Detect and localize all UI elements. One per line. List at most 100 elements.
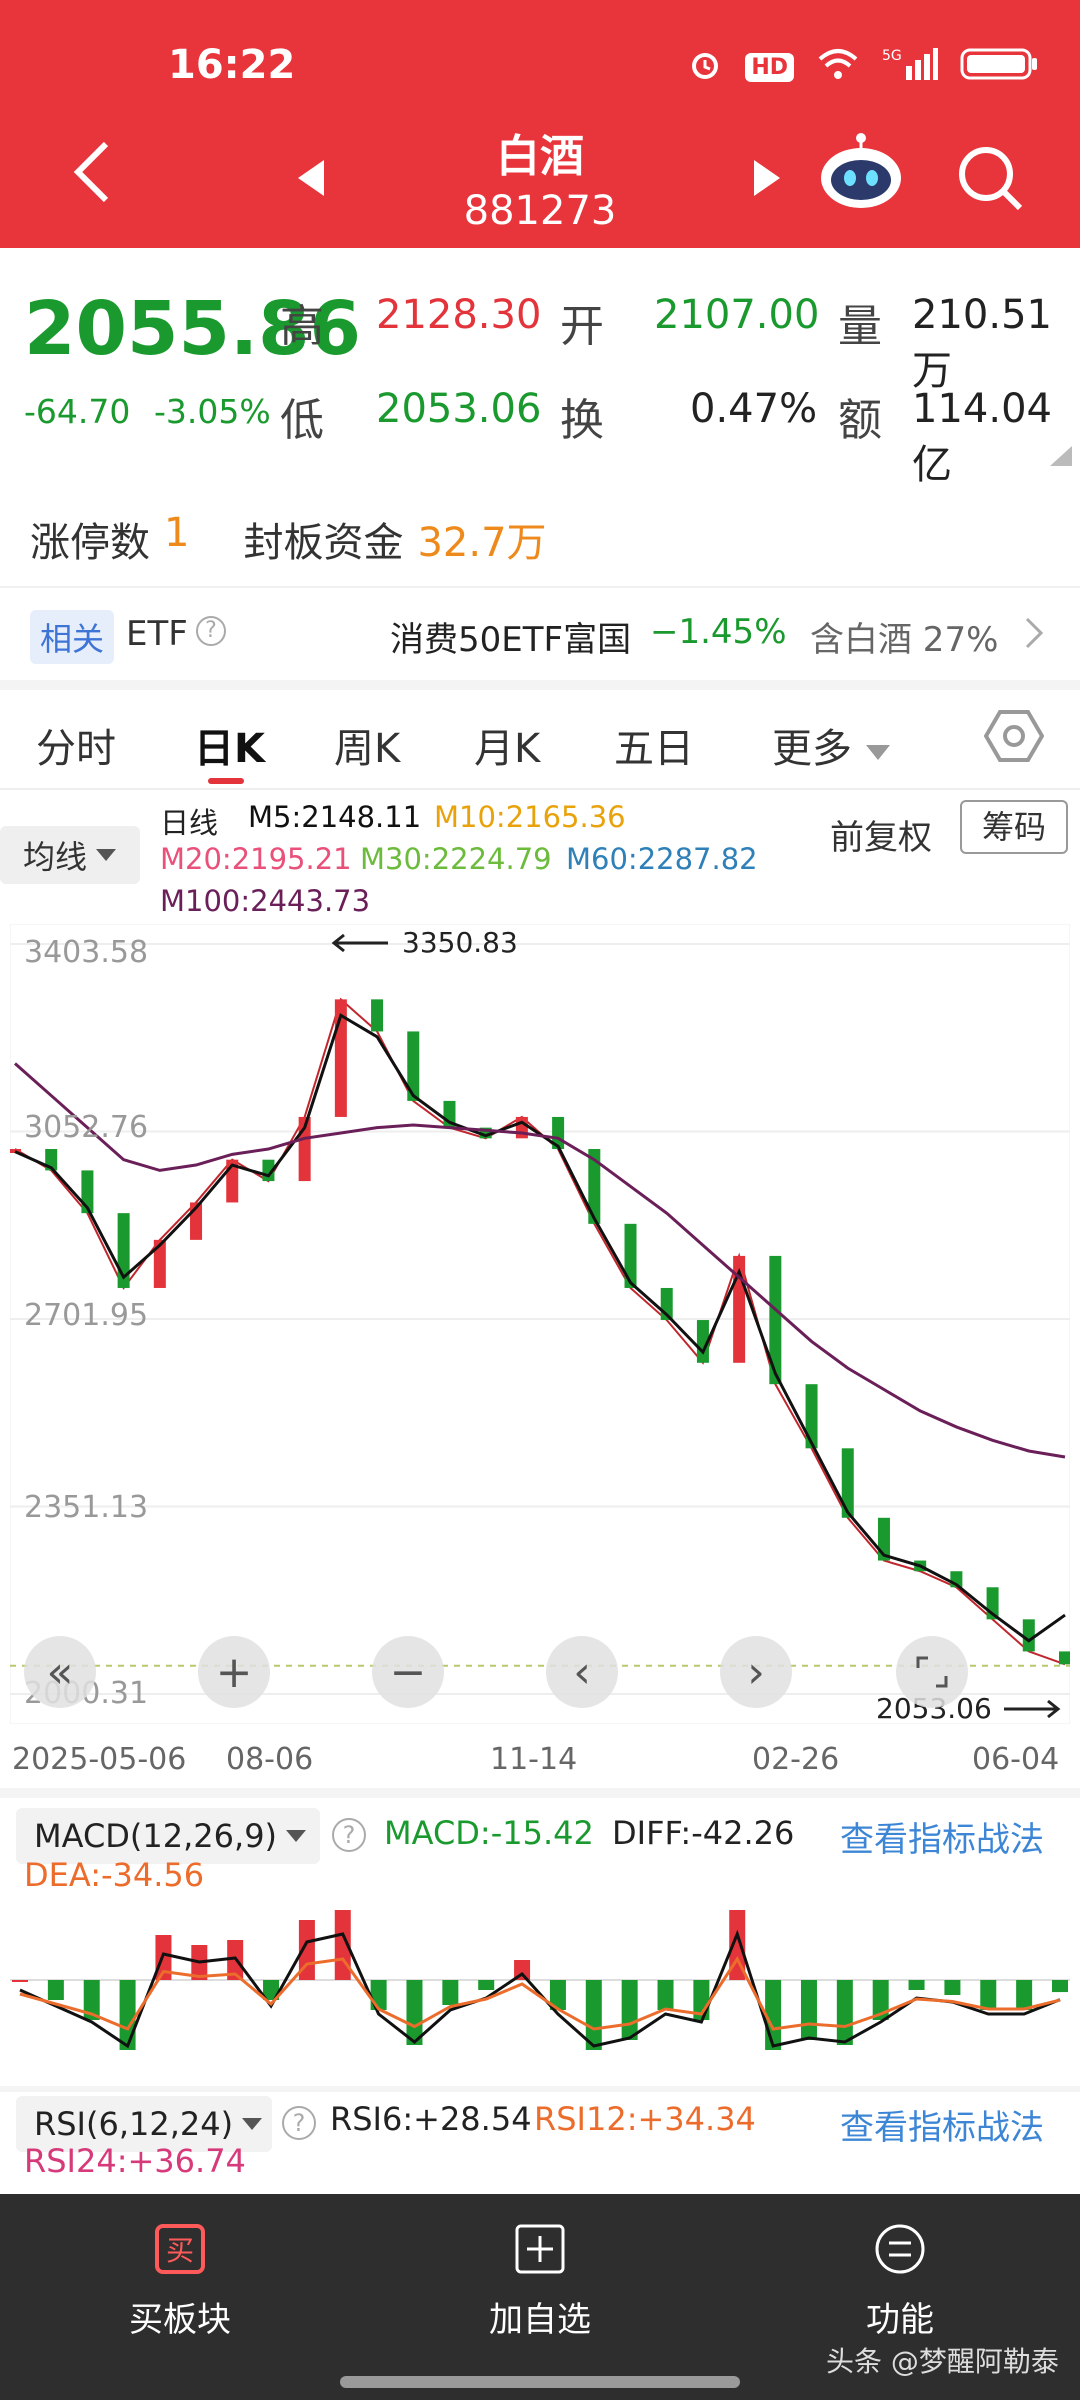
high-label: 高 (280, 301, 324, 352)
ma30-label: M30:2224.79 (360, 842, 552, 876)
adjust-label[interactable]: 前复权 (830, 810, 932, 859)
add-square-icon (515, 2224, 565, 2274)
prev-candle-button[interactable]: ‹ (546, 1636, 618, 1708)
help-icon[interactable]: ? (332, 1818, 366, 1852)
etf-bar[interactable]: 相关 ETF ? 消费50ETF富国 −1.45% 含白酒 27% (0, 590, 1080, 680)
macd-bar (12, 1980, 28, 1982)
expand-corner-icon[interactable] (1050, 446, 1072, 466)
tab-active-indicator (208, 778, 244, 784)
price-change: -64.70 (24, 392, 131, 431)
function-button[interactable]: 功能 (790, 2222, 1010, 2341)
divider (0, 2086, 1080, 2092)
candle (805, 1384, 818, 1449)
buy-sector-label: 买板块 (129, 2300, 231, 2340)
tab-more-label: 更多 (772, 726, 852, 772)
tab-intraday[interactable]: 分时 (36, 716, 116, 774)
macd-bar (1016, 1980, 1033, 2010)
fast-rewind-button[interactable]: « (24, 1636, 96, 1708)
svg-text:买: 买 (166, 2234, 194, 2267)
x-tick-label: 08-06 (226, 1742, 314, 1777)
top-header: 16:22 HD 5G 白酒 881273 (0, 0, 1080, 248)
macd-strategy-link[interactable]: 查看指标战法 (840, 1812, 1044, 1861)
rsi-strategy-link[interactable]: 查看指标战法 (840, 2100, 1044, 2149)
help-icon[interactable]: ? (282, 2106, 316, 2140)
caret-down-icon (242, 2118, 263, 2130)
min-marker: 2053.06 (876, 1692, 1062, 1725)
rsi6-value: RSI6:+28.54 (330, 2100, 532, 2138)
zoom-out-button[interactable]: − (372, 1636, 444, 1708)
caret-down-icon (96, 849, 116, 861)
candle (624, 1223, 637, 1288)
ma100-label: M100:2443.73 (160, 884, 371, 918)
app-root: 16:22 HD 5G 白酒 881273 2055.86 -64.70 -3.… (0, 0, 1080, 2400)
add-watchlist-button[interactable]: 加自选 (430, 2222, 650, 2341)
diff-value: DIFF:-42.26 (612, 1814, 795, 1852)
divider (0, 1788, 1080, 1798)
candle (515, 1116, 528, 1139)
limit-count-label: 涨停数 (30, 520, 150, 566)
macd-bar (1052, 1980, 1068, 1993)
buy-sector-button[interactable]: 买 买板块 (70, 2222, 290, 2341)
diff-line (19, 1929, 1061, 2049)
ma-select-button[interactable]: 均线 (0, 826, 140, 884)
svg-text:5G: 5G (882, 48, 902, 64)
limit-count: 1 (164, 510, 190, 556)
fullscreen-button[interactable] (896, 1636, 968, 1708)
tab-monthly-k[interactable]: 月K (474, 716, 540, 774)
y-tick-label: 2351.13 (24, 1490, 149, 1525)
search-button[interactable] (956, 144, 1026, 218)
tab-more[interactable]: 更多 (772, 716, 891, 774)
macd-bar (944, 1980, 961, 1995)
tab-daily-k[interactable]: 日K (194, 716, 265, 774)
fullscreen-icon (916, 1656, 948, 1688)
turnover-value: 0.47% (690, 386, 818, 432)
buy-icon: 买 (155, 2224, 205, 2274)
candle (1022, 1619, 1035, 1652)
open-value: 2107.00 (654, 292, 820, 338)
status-icons: HD 5G (687, 46, 1040, 89)
tab-five-day[interactable]: 五日 (614, 716, 694, 774)
x-tick-label: 11-14 (490, 1742, 578, 1777)
macd-bar (442, 1980, 459, 2005)
chevron-right-icon (1025, 617, 1044, 649)
chart-frame (10, 924, 1070, 1724)
etf-name[interactable]: 消费50ETF富国 (390, 612, 631, 661)
k-line-chart[interactable] (10, 924, 1070, 1724)
y-tick-label: 3052.76 (24, 1110, 149, 1145)
etf-label: ETF (126, 614, 188, 654)
menu-circle-icon (875, 2224, 925, 2274)
tabs-divider (0, 788, 1080, 790)
next-candle-button[interactable]: › (720, 1636, 792, 1708)
y-tick-label: 2701.95 (24, 1298, 149, 1333)
macd-value: MACD:-15.42 (384, 1814, 594, 1852)
macd-bar (908, 1980, 925, 1990)
macd-bar (478, 1980, 495, 1990)
candle (371, 999, 384, 1032)
status-time: 16:22 (168, 42, 296, 88)
zoom-in-button[interactable]: + (198, 1636, 270, 1708)
low-label: 低 (280, 395, 324, 446)
caret-down-icon (865, 745, 890, 760)
tab-weekly-k[interactable]: 周K (334, 716, 400, 774)
price-change-pct: -3.05% (154, 392, 271, 431)
macd-bar (836, 1980, 853, 2045)
battery-icon (960, 46, 1040, 89)
high-value: 2128.30 (376, 292, 542, 338)
next-sector-button[interactable] (752, 158, 782, 202)
watermark-text: 头条 @梦醒阿勒泰 (826, 2345, 1059, 2378)
help-icon[interactable]: ? (196, 616, 226, 646)
amount-value: 114.04亿 (912, 386, 1052, 488)
period-label: 日线 (160, 806, 219, 840)
hd-icon: HD (745, 53, 794, 82)
x-tick-label: 02-26 (752, 1742, 840, 1777)
settings-hexagon-icon[interactable] (984, 706, 1044, 766)
robot-assistant-button[interactable] (816, 132, 906, 216)
macd-bar (657, 1980, 674, 2010)
home-indicator[interactable] (340, 2376, 740, 2388)
function-label: 功能 (866, 2300, 934, 2340)
caret-down-icon (286, 1830, 307, 1842)
x-tick-label: 06-04 (972, 1742, 1060, 1777)
chips-button[interactable]: 筹码 (960, 800, 1068, 854)
volume-value: 210.51万 (912, 292, 1052, 394)
add-watchlist-label: 加自选 (489, 2300, 591, 2340)
